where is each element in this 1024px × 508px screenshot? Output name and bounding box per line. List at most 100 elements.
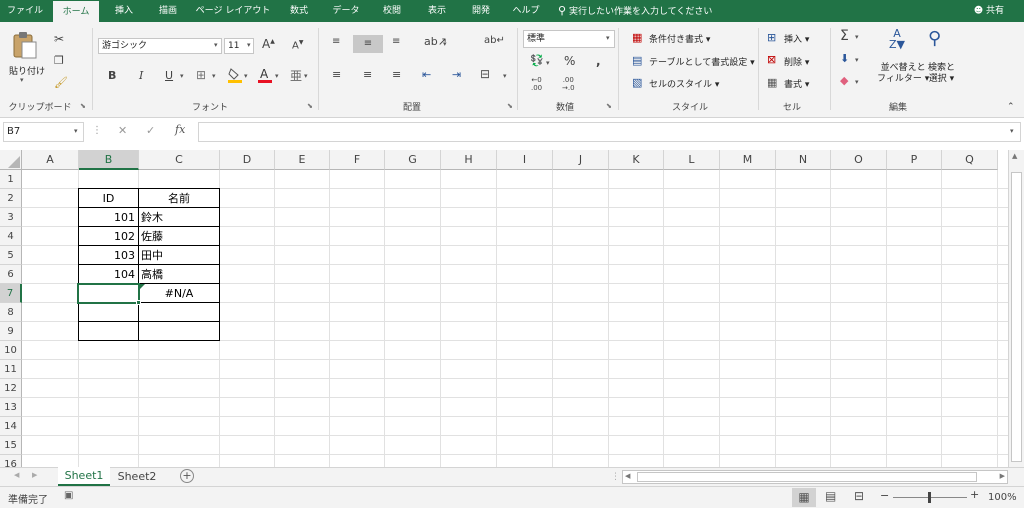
sort-filter-icon[interactable]: A Z▼	[884, 28, 910, 54]
table-cell-id[interactable]: 102	[79, 227, 135, 246]
accounting-dropdown-icon[interactable]: ▾	[546, 59, 550, 67]
cut-icon[interactable]: ✂	[54, 32, 64, 46]
scroll-right-icon[interactable]: ▶	[1000, 472, 1005, 480]
fill-color-icon[interactable]	[228, 67, 242, 83]
increase-indent-icon[interactable]: ⇥	[452, 68, 461, 81]
column-header[interactable]: E	[275, 150, 330, 170]
zoom-out-icon[interactable]: −	[880, 489, 889, 502]
borders-icon[interactable]: ⊞	[196, 68, 206, 82]
column-header[interactable]: A	[22, 150, 79, 170]
name-box[interactable]: B7	[3, 122, 84, 142]
align-bottom-icon[interactable]: ≡	[392, 36, 400, 47]
conditional-format-button[interactable]: 条件付き書式 ▾	[649, 32, 710, 45]
increase-decimal-icon[interactable]: ←0.00	[531, 76, 542, 92]
borders-dropdown-icon[interactable]: ▾	[212, 72, 216, 80]
scroll-left-icon[interactable]: ◀	[625, 472, 630, 480]
align-right-icon[interactable]: ≡	[392, 68, 401, 81]
expand-formula-icon[interactable]: ▾	[1010, 127, 1014, 135]
merge-center-icon[interactable]: ⊟	[480, 67, 490, 81]
insert-cells-button[interactable]: 挿入 ▾	[784, 32, 809, 45]
horizontal-scrollbar[interactable]: ◀ ▶	[622, 470, 1008, 484]
row-header[interactable]: 5	[0, 246, 22, 265]
normal-view-icon[interactable]: ▦	[792, 488, 816, 507]
select-all-corner[interactable]	[0, 150, 22, 170]
decrease-decimal-icon[interactable]: .00 →.0	[562, 76, 575, 92]
tab-developer[interactable]: 開発	[462, 0, 500, 22]
clear-dropdown-icon[interactable]: ▾	[855, 78, 859, 86]
collapse-ribbon-icon[interactable]: ⌃	[1007, 102, 1015, 112]
table-header-cell[interactable]: 名前	[139, 189, 219, 208]
column-header[interactable]: C	[139, 150, 220, 170]
column-header[interactable]: M	[720, 150, 776, 170]
font-color-dropdown-icon[interactable]: ▾	[275, 72, 279, 80]
zoom-level[interactable]: 100%	[988, 492, 1017, 503]
find-select-button[interactable]: 検索と 選択 ▾	[928, 63, 955, 85]
scrollbar-thumb[interactable]	[1011, 172, 1022, 462]
fill-handle[interactable]	[136, 300, 141, 305]
row-header[interactable]: 14	[0, 417, 22, 436]
bold-icon[interactable]: B	[108, 69, 116, 82]
column-header[interactable]: K	[609, 150, 664, 170]
clear-icon[interactable]: ◆	[840, 74, 848, 87]
row-header[interactable]: 9	[0, 322, 22, 341]
format-as-table-button[interactable]: テーブルとして書式設定 ▾	[649, 55, 755, 68]
column-header[interactable]: N	[776, 150, 831, 170]
orientation-dropdown-icon[interactable]: ▾	[443, 40, 447, 48]
align-center-icon[interactable]: ≡	[363, 68, 372, 81]
phonetic-dropdown-icon[interactable]: ▾	[304, 72, 308, 80]
column-header[interactable]: P	[887, 150, 942, 170]
column-header[interactable]: F	[330, 150, 385, 170]
scroll-right-icon[interactable]: ▶	[32, 471, 37, 479]
italic-icon[interactable]: I	[139, 69, 143, 82]
tab-draw[interactable]: 描画	[148, 0, 188, 22]
vertical-scrollbar[interactable]: ▲	[1008, 150, 1024, 468]
zoom-slider-thumb[interactable]	[928, 492, 931, 503]
format-painter-icon[interactable]: 🖌	[54, 76, 68, 89]
page-layout-view-icon[interactable]: ▤	[825, 489, 836, 503]
column-header[interactable]: J	[553, 150, 609, 170]
row-header[interactable]: 15	[0, 436, 22, 455]
row-header[interactable]: 2	[0, 189, 22, 208]
table-cell-name[interactable]: 佐藤	[141, 227, 219, 246]
wrap-text-icon[interactable]: ab↵	[484, 35, 505, 46]
fill-color-dropdown-icon[interactable]: ▾	[244, 72, 248, 80]
align-middle-icon[interactable]: ≡	[353, 35, 383, 53]
font-name-select[interactable]: 游ゴシック	[98, 38, 222, 54]
row-header[interactable]: 11	[0, 360, 22, 379]
underline-dropdown-icon[interactable]: ▾	[180, 72, 184, 80]
tab-view[interactable]: 表示	[418, 0, 456, 22]
clipboard-launcher-icon[interactable]: ⬊	[80, 102, 86, 110]
font-decrease-icon[interactable]: A▼	[292, 39, 303, 51]
underline-icon[interactable]: U	[165, 69, 173, 82]
font-increase-icon[interactable]: A▲	[262, 37, 275, 51]
tab-help[interactable]: ヘルプ	[506, 0, 546, 22]
row-header[interactable]: 1	[0, 170, 22, 189]
formula-input[interactable]	[198, 122, 1021, 142]
sheet-tab[interactable]: Sheet2	[112, 468, 162, 486]
paste-dropdown-icon[interactable]: ▾	[20, 76, 24, 84]
merge-dropdown-icon[interactable]: ▾	[503, 72, 507, 80]
column-header[interactable]: B	[79, 150, 139, 170]
insert-function-icon[interactable]: fx	[175, 123, 185, 136]
page-break-view-icon[interactable]: ⊟	[854, 489, 864, 503]
table-header-cell[interactable]: ID	[79, 189, 138, 208]
table-cell-id[interactable]: 103	[79, 246, 135, 265]
row-header[interactable]: 10	[0, 341, 22, 360]
number-format-select[interactable]: 標準	[523, 30, 615, 48]
column-header[interactable]: O	[831, 150, 887, 170]
add-sheet-icon[interactable]: +	[180, 469, 194, 483]
percent-icon[interactable]: %	[564, 54, 575, 68]
alignment-launcher-icon[interactable]: ⬊	[507, 102, 513, 110]
tab-review[interactable]: 校閲	[372, 0, 412, 22]
number-launcher-icon[interactable]: ⬊	[606, 102, 612, 110]
sheet-tab-active[interactable]: Sheet1	[58, 467, 110, 486]
column-header[interactable]: L	[664, 150, 720, 170]
tab-home[interactable]: ホーム	[53, 1, 99, 22]
table-cell-name[interactable]: 田中	[141, 246, 219, 265]
column-header[interactable]: H	[441, 150, 497, 170]
tab-formulas[interactable]: 数式	[280, 0, 318, 22]
error-cell[interactable]: #N/A	[139, 284, 219, 303]
find-select-icon[interactable]: ⚲	[928, 28, 941, 49]
delete-cells-button[interactable]: 削除 ▾	[784, 55, 809, 68]
hscroll-thumb[interactable]	[637, 472, 977, 482]
